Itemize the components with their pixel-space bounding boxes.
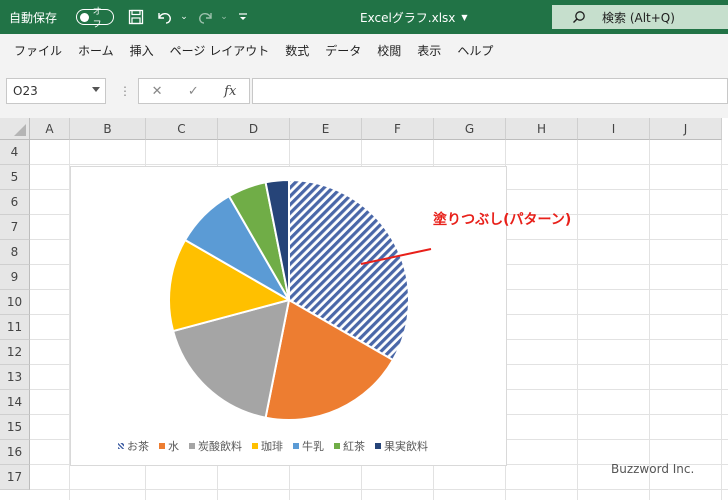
legend-swatch [159, 443, 165, 449]
formula-bar: O23 ⋮ ✕ ✓ fx [0, 66, 728, 118]
row-header[interactable]: 12 [0, 340, 30, 365]
title-bar: 自動保存 オフ ⌄ ⌄ Excelグラフ.xlsx ▼ 検索 (Alt+Q) [0, 0, 728, 34]
search-box[interactable]: 検索 (Alt+Q) [552, 5, 728, 29]
legend-item[interactable]: 牛乳 [293, 438, 324, 454]
tab-formulas[interactable]: 数式 [285, 42, 323, 59]
column-header[interactable]: A [30, 118, 70, 140]
legend-item[interactable]: 珈琲 [252, 438, 283, 454]
autosave-label: 自動保存 [9, 10, 58, 25]
legend-item[interactable]: 紅茶 [334, 438, 365, 454]
tab-page-layout[interactable]: ページ レイアウト [170, 42, 284, 59]
column-header[interactable]: C [146, 118, 218, 140]
tab-file[interactable]: ファイル [14, 42, 76, 59]
row-header[interactable]: 5 [0, 165, 30, 190]
legend-swatch [189, 443, 195, 449]
name-box[interactable]: O23 [6, 78, 106, 104]
legend-item[interactable]: お茶 [118, 438, 149, 454]
column-header[interactable]: J [650, 118, 722, 140]
column-header[interactable]: G [434, 118, 506, 140]
grid-line [721, 140, 722, 500]
legend-label: 水 [168, 440, 179, 453]
chart-legend[interactable]: お茶 水 炭酸飲料 珈琲 牛乳 紅茶 果実飲料 [118, 439, 428, 453]
insert-function-icon[interactable]: fx [224, 84, 236, 99]
toggle-knob [80, 12, 89, 22]
cancel-icon[interactable]: ✕ [152, 84, 163, 99]
name-box-value: O23 [13, 84, 38, 98]
confirm-icon[interactable]: ✓ [188, 84, 199, 99]
search-label: 検索 (Alt+Q) [602, 10, 675, 25]
row-header[interactable]: 6 [0, 190, 30, 215]
column-header[interactable]: D [218, 118, 290, 140]
tab-view[interactable]: 表示 [417, 42, 455, 59]
legend-label: 炭酸飲料 [198, 440, 242, 453]
legend-swatch [252, 443, 258, 449]
column-header[interactable]: B [70, 118, 146, 140]
window-title: Excelグラフ.xlsx ▼ [360, 0, 468, 34]
row-header[interactable]: 11 [0, 315, 30, 340]
row-header[interactable]: 14 [0, 390, 30, 415]
formula-buttons: ✕ ✓ fx [138, 78, 250, 104]
name-box-dropdown-icon[interactable] [92, 87, 100, 92]
row-header[interactable]: 16 [0, 440, 30, 465]
legend-label: 紅茶 [343, 440, 365, 453]
column-header[interactable]: H [506, 118, 578, 140]
legend-item[interactable]: 果実飲料 [375, 438, 428, 454]
row-header[interactable]: 9 [0, 265, 30, 290]
tab-help[interactable]: ヘルプ [457, 42, 507, 59]
row-header[interactable]: 10 [0, 290, 30, 315]
grid-line [30, 489, 728, 490]
column-header[interactable]: I [578, 118, 650, 140]
column-header[interactable]: E [290, 118, 362, 140]
row-header[interactable]: 13 [0, 365, 30, 390]
file-name: Excelグラフ.xlsx [360, 10, 456, 25]
search-icon [573, 11, 585, 23]
undo-icon[interactable] [153, 0, 175, 34]
autosave-toggle[interactable]: オフ [76, 7, 114, 30]
autosave-state: オフ [92, 7, 102, 30]
title-dropdown-icon[interactable]: ▼ [461, 13, 467, 22]
row-header[interactable]: 17 [0, 465, 30, 490]
legend-label: 果実飲料 [384, 440, 428, 453]
row-header[interactable]: 4 [0, 140, 30, 165]
column-header[interactable]: F [362, 118, 434, 140]
legend-label: お茶 [127, 440, 149, 453]
save-icon[interactable] [125, 0, 147, 34]
more-options-icon[interactable]: ⋮ [119, 84, 131, 98]
row-header[interactable]: 8 [0, 240, 30, 265]
undo-dropdown-icon[interactable]: ⌄ [173, 0, 195, 34]
tab-home[interactable]: ホーム [78, 42, 128, 59]
legend-swatch [293, 443, 299, 449]
grid-line [30, 164, 728, 165]
legend-swatch [375, 443, 381, 449]
customize-toolbar-icon[interactable] [232, 0, 254, 34]
legend-swatch [334, 443, 340, 449]
legend-item[interactable]: 水 [159, 438, 179, 454]
tab-review[interactable]: 校閲 [377, 42, 415, 59]
grid-line [649, 140, 650, 500]
tab-insert[interactable]: 挿入 [130, 42, 168, 59]
legend-swatch [118, 443, 124, 449]
row-header[interactable]: 7 [0, 215, 30, 240]
grid-line [577, 140, 578, 500]
annotation-text: 塗りつぶし(パターン) [433, 212, 572, 228]
legend-label: 牛乳 [302, 440, 324, 453]
row-header[interactable]: 15 [0, 415, 30, 440]
watermark: Buzzword Inc. [611, 462, 695, 476]
ribbon-tabs: ファイル ホーム 挿入 ページ レイアウト 数式 データ 校閲 表示 ヘルプ [0, 34, 728, 66]
legend-label: 珈琲 [261, 440, 283, 453]
tab-data[interactable]: データ [325, 42, 375, 59]
select-all-corner[interactable] [0, 118, 30, 140]
legend-item[interactable]: 炭酸飲料 [189, 438, 242, 454]
formula-input[interactable] [252, 78, 728, 104]
